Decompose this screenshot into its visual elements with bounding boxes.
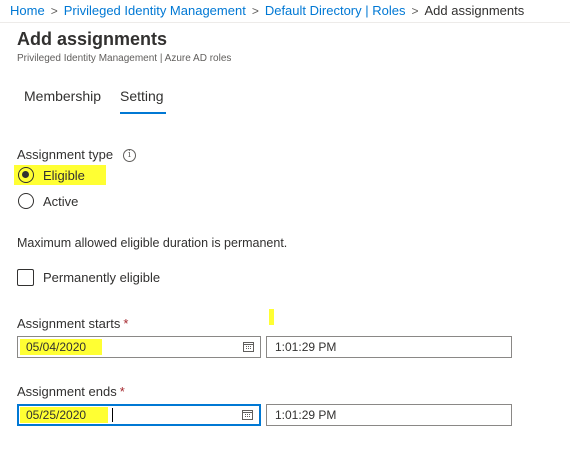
assignment-end-time-value: 1:01:29 PM bbox=[275, 408, 337, 422]
breadcrumb-home-link[interactable]: Home bbox=[10, 3, 45, 18]
assignment-start-date-value: 05/04/2020 bbox=[26, 340, 87, 354]
required-indicator: * bbox=[123, 316, 129, 331]
tab-membership[interactable]: Membership bbox=[24, 88, 101, 104]
assignment-end-date-value: 05/25/2020 bbox=[26, 408, 87, 422]
breadcrumb: Home > Privileged Identity Management > Defa… bbox=[10, 2, 524, 20]
assignment-type-label: Assignment type bbox=[17, 147, 114, 162]
max-duration-text: Maximum allowed eligible duration is per… bbox=[17, 236, 288, 250]
radio-eligible[interactable] bbox=[18, 167, 34, 183]
info-icon[interactable]: i bbox=[123, 149, 136, 162]
header-divider bbox=[0, 22, 570, 23]
calendar-icon[interactable] bbox=[243, 341, 254, 352]
assignment-end-date-input[interactable]: 05/25/2020 bbox=[17, 404, 261, 426]
breadcrumb-separator-icon: > bbox=[411, 4, 419, 18]
breadcrumb-roles-link[interactable]: Default Directory | Roles bbox=[265, 3, 406, 18]
page-subtitle: Privileged Identity Management | Azure A… bbox=[17, 53, 232, 64]
radio-active[interactable] bbox=[18, 193, 34, 209]
breadcrumb-pim-link[interactable]: Privileged Identity Management bbox=[64, 3, 246, 18]
radio-eligible-label: Eligible bbox=[43, 168, 85, 183]
required-indicator: * bbox=[119, 384, 125, 399]
assignment-start-date-input[interactable]: 05/04/2020 bbox=[17, 336, 261, 358]
assignment-starts-label-text: Assignment starts bbox=[17, 316, 121, 331]
permanently-eligible-checkbox[interactable] bbox=[17, 269, 34, 286]
assignment-start-time-input[interactable]: 1:01:29 PM bbox=[266, 336, 512, 358]
breadcrumb-current: Add assignments bbox=[424, 3, 525, 18]
assignment-ends-label-text: Assignment ends bbox=[17, 384, 117, 399]
radio-selected-dot bbox=[22, 171, 29, 178]
assignment-start-time-value: 1:01:29 PM bbox=[275, 340, 337, 354]
page-title: Add assignments bbox=[17, 29, 168, 49]
assignment-starts-label: Assignment starts * bbox=[17, 316, 128, 331]
breadcrumb-separator-icon: > bbox=[50, 4, 58, 18]
assignment-end-time-input[interactable]: 1:01:29 PM bbox=[266, 404, 512, 426]
highlight-marker bbox=[269, 309, 274, 325]
text-caret bbox=[112, 408, 113, 422]
calendar-icon[interactable] bbox=[242, 409, 253, 420]
tab-setting[interactable]: Setting bbox=[120, 88, 164, 104]
tab-selected-indicator bbox=[120, 112, 166, 114]
radio-active-label: Active bbox=[43, 194, 79, 209]
permanently-eligible-label: Permanently eligible bbox=[43, 270, 161, 285]
assignment-ends-label: Assignment ends * bbox=[17, 384, 125, 399]
breadcrumb-separator-icon: > bbox=[251, 4, 259, 18]
